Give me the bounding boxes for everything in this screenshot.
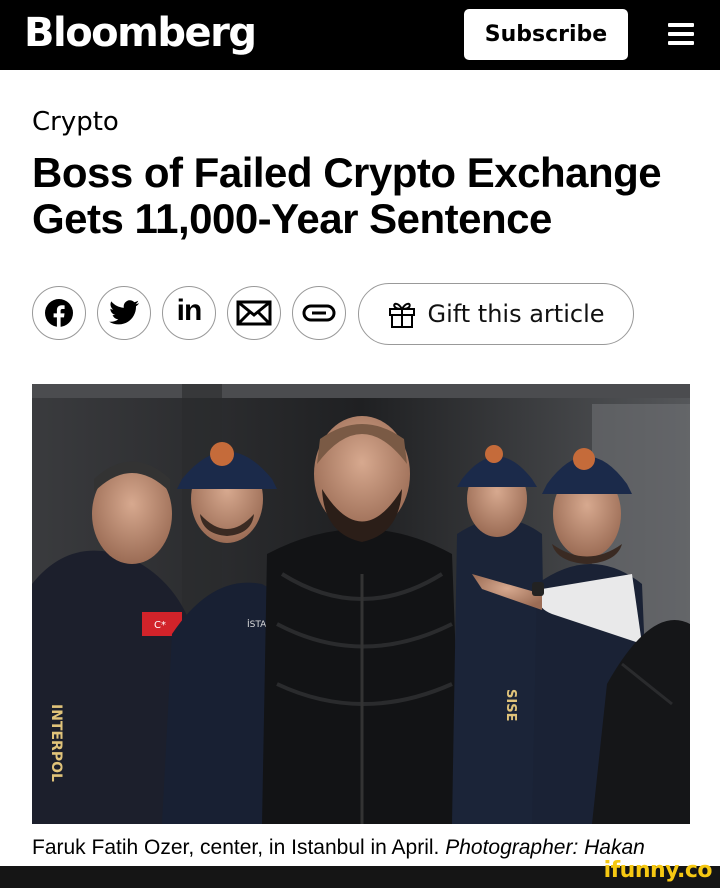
gift-article-label: Gift this article bbox=[427, 300, 605, 328]
svg-text:İSTA: İSTA bbox=[247, 619, 267, 630]
copy-link-button[interactable] bbox=[292, 286, 346, 340]
gift-icon bbox=[389, 302, 416, 328]
facebook-icon bbox=[45, 299, 73, 328]
svg-text:SISE: SISE bbox=[503, 689, 518, 721]
site-header: Bloomberg Subscribe bbox=[0, 0, 720, 70]
photo-illustration: C* INTERPOL İSTA SISE bbox=[32, 384, 690, 824]
svg-text:C*: C* bbox=[154, 620, 166, 631]
twitter-share-button[interactable] bbox=[97, 286, 151, 340]
bloomberg-logo[interactable]: Bloomberg bbox=[24, 10, 257, 56]
linkedin-share-button[interactable]: in bbox=[162, 286, 216, 340]
caption-text: Faruk Fatih Ozer, center, in Istanbul in… bbox=[32, 836, 440, 859]
email-icon bbox=[236, 300, 272, 326]
svg-text:INTERPOL: INTERPOL bbox=[48, 704, 64, 782]
facebook-share-button[interactable] bbox=[32, 286, 86, 340]
section-kicker[interactable]: Crypto bbox=[32, 107, 119, 137]
link-icon bbox=[302, 304, 336, 322]
photo-credit: Photographer: Hakan bbox=[445, 836, 645, 859]
hamburger-menu-icon[interactable] bbox=[668, 23, 694, 45]
twitter-icon bbox=[109, 300, 140, 325]
email-share-button[interactable] bbox=[227, 286, 281, 340]
linkedin-icon: in bbox=[176, 294, 203, 327]
ifunny-watermark: ifunny.co bbox=[603, 858, 713, 883]
article-headline: Boss of Failed Crypto Exchange Gets 11,0… bbox=[32, 149, 662, 242]
photo-caption: Faruk Fatih Ozer, center, in Istanbul in… bbox=[32, 836, 692, 860]
article-photo: C* INTERPOL İSTA SISE bbox=[32, 384, 690, 824]
gift-article-button[interactable]: Gift this article bbox=[358, 283, 634, 345]
subscribe-button[interactable]: Subscribe bbox=[464, 9, 628, 60]
